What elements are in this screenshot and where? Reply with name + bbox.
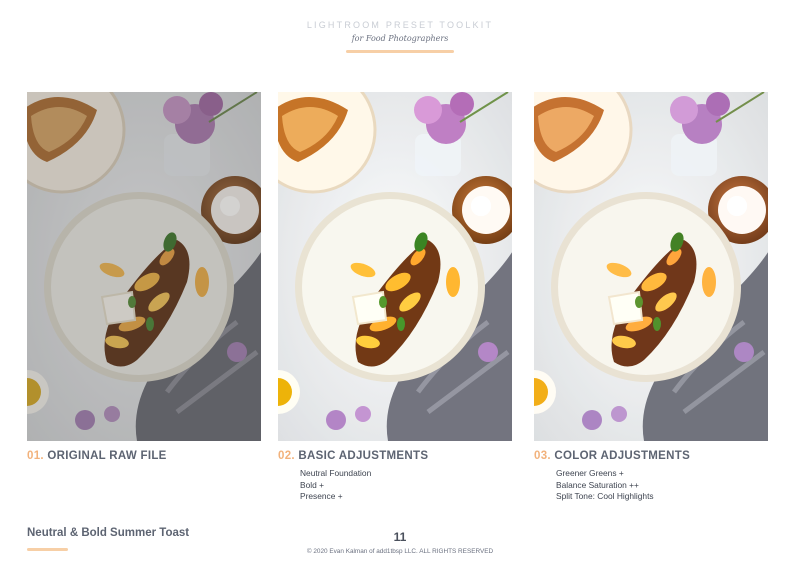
step-number: 02. xyxy=(278,450,295,462)
photo-color-adjustments xyxy=(534,92,768,441)
adjustment-item: Split Tone: Cool Highlights xyxy=(556,491,654,502)
caption-color-adjustments: 03. COLOR ADJUSTMENTS Greener Greens + B… xyxy=(534,450,690,503)
step-number: 01. xyxy=(27,450,44,462)
step-heading: BASIC ADJUSTMENTS xyxy=(298,450,429,462)
adjustment-list: Greener Greens + Balance Saturation ++ S… xyxy=(556,468,690,503)
photo-original-raw xyxy=(27,92,261,441)
food-photo-illustration xyxy=(27,92,261,441)
header-accent-rule xyxy=(346,50,454,53)
adjustment-item: Greener Greens + xyxy=(556,468,624,478)
step-heading: ORIGINAL RAW FILE xyxy=(47,450,167,462)
adjustment-item: Presence + xyxy=(300,491,343,502)
photo-basic-adjustments xyxy=(278,92,512,441)
copyright-notice: © 2020 Evan Kalman of add1tbsp LLC. ALL … xyxy=(306,548,494,555)
step-heading: COLOR ADJUSTMENTS xyxy=(554,450,691,462)
page-number: 11 xyxy=(393,530,407,544)
document-title: LIGHTROOM PRESET TOOLKIT xyxy=(306,20,494,30)
caption-original-raw: 01. ORIGINAL RAW FILE xyxy=(27,450,167,462)
caption-basic-adjustments: 02. BASIC ADJUSTMENTS Neutral Foundation… xyxy=(278,450,428,503)
adjustment-item: Balance Saturation ++ xyxy=(556,479,639,490)
document-subtitle: for Food Photographers xyxy=(351,34,449,43)
food-photo-illustration xyxy=(278,92,512,441)
step-number: 03. xyxy=(534,450,551,462)
adjustment-item: Neutral Foundation xyxy=(300,468,372,478)
adjustment-list: Neutral Foundation Bold + Presence + xyxy=(300,468,428,503)
adjustment-item: Bold + xyxy=(300,479,324,490)
food-photo-illustration xyxy=(534,92,768,441)
document-header: LIGHTROOM PRESET TOOLKIT for Food Photog… xyxy=(0,20,800,53)
